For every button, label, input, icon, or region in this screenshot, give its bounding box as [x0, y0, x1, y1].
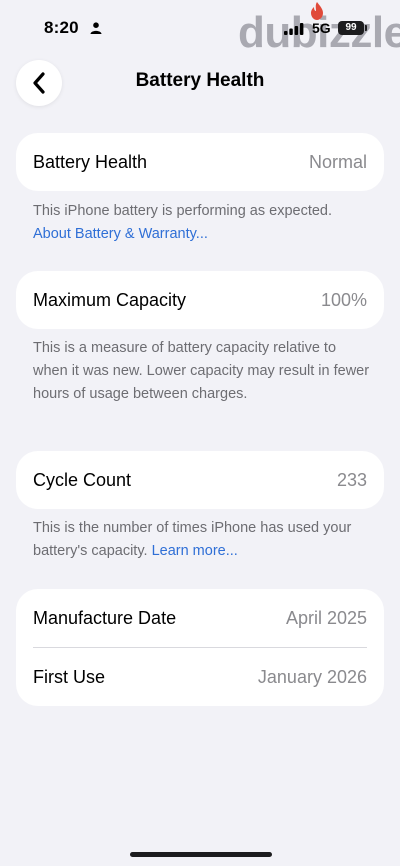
flame-icon: [311, 2, 323, 20]
cycle-count-value: 233: [336, 469, 367, 490]
about-battery-warranty-link[interactable]: About Battery & Warranty...: [33, 226, 208, 242]
battery-health-label: Battery Health: [33, 151, 148, 172]
dates-card: Manufacture Date April 2025 First Use Ja…: [16, 589, 384, 706]
manufacture-date-row: Manufacture Date April 2025: [16, 589, 384, 647]
first-use-row: First Use January 2026: [16, 648, 384, 706]
maximum-capacity-row: Maximum Capacity 100%: [16, 271, 384, 329]
maximum-capacity-card: Maximum Capacity 100%: [16, 271, 384, 329]
cycle-count-card: Cycle Count 233: [16, 451, 384, 509]
status-bar: 8:20 dubizzle 5G 99: [0, 0, 400, 57]
learn-more-link[interactable]: Learn more...: [152, 543, 238, 559]
network-label: 5G: [312, 20, 331, 36]
battery-health-row: Battery Health Normal: [16, 133, 384, 191]
person-icon: [90, 22, 102, 34]
battery-health-note: This iPhone battery is performing as exp…: [33, 203, 333, 219]
first-use-label: First Use: [33, 666, 105, 687]
maximum-capacity-note: This is a measure of battery capacity re…: [33, 340, 370, 402]
signal-icon: [284, 23, 304, 35]
maximum-capacity-footnote: This is a measure of battery capacity re…: [33, 337, 373, 406]
battery-icon: 99: [338, 21, 367, 35]
battery-health-footnote: This iPhone battery is performing as exp…: [33, 200, 373, 246]
manufacture-date-value: April 2025: [285, 607, 367, 628]
cycle-count-footnote: This is the number of times iPhone has u…: [33, 517, 373, 563]
first-use-value: January 2026: [257, 666, 367, 687]
page-title: Battery Health: [135, 70, 265, 91]
home-indicator[interactable]: [130, 852, 272, 857]
cycle-count-row: Cycle Count 233: [16, 451, 384, 509]
cycle-count-label: Cycle Count: [33, 469, 132, 490]
battery-health-screen: 8:20 dubizzle 5G 99 Battery Health Batte…: [0, 0, 400, 866]
manufacture-date-label: Manufacture Date: [33, 607, 177, 628]
maximum-capacity-label: Maximum Capacity: [33, 289, 187, 310]
status-time: 8:20: [44, 18, 79, 37]
maximum-capacity-value: 100%: [320, 289, 367, 310]
battery-health-card: Battery Health Normal: [16, 133, 384, 191]
battery-health-value: Normal: [308, 151, 367, 172]
